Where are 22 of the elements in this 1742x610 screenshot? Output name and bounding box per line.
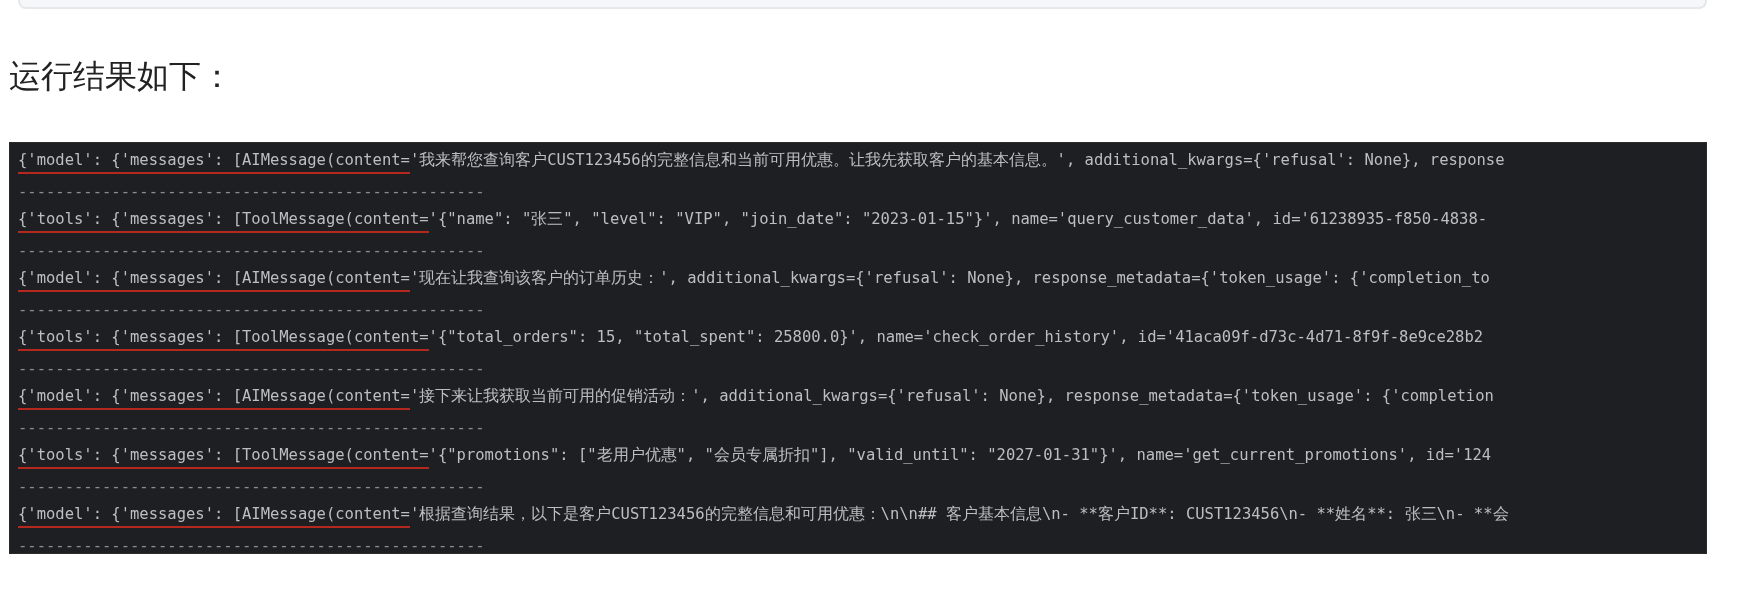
- code-text: '{"name": "张三", "level": "VIP", "join_date": "2023-01-15"}', name='query_customer_data', id='61238935-f850-4838-: [428, 209, 1488, 230]
- underlined-code-text: {'tools': {'messages': [ToolMessage(content=: [18, 209, 429, 233]
- separator-text: --------------------------------------------------: [18, 536, 485, 553]
- code-text: '{"promotions": ["老用户优惠", "会员专属折扣"], "valid_until": "2027-01-31"}', name='get_current_promotions', id='124: [428, 445, 1492, 466]
- underlined-code-text: {'tools': {'messages': [ToolMessage(content=: [18, 445, 429, 469]
- separator-text: --------------------------------------------------: [18, 182, 485, 201]
- separator-text: --------------------------------------------------: [18, 477, 485, 496]
- code-text: '现在让我查询该客户的订单历史：', additional_kwargs={'refusal': None}, response_metadata={'token_usage': {'completion_to: [409, 268, 1490, 289]
- underlined-code-text: {'tools': {'messages': [ToolMessage(content=: [18, 327, 429, 351]
- section-heading: 运行结果如下：: [9, 57, 234, 96]
- code-text: '根据查询结果，以下是客户CUST123456的完整信息和可用优惠：\n\n## 客户基本信息\n- **客户ID**: CUST123456\n- **姓名**: 张三\n- **会: [409, 504, 1509, 525]
- underlined-code-text: {'model': {'messages': [AIMessage(content=: [18, 150, 410, 174]
- underlined-code-text: {'model': {'messages': [AIMessage(content=: [18, 268, 410, 292]
- code-text: '我来帮您查询客户CUST123456的完整信息和当前可用优惠。让我先获取客户的基本信息。', additional_kwargs={'refusal': None}, response: [409, 150, 1505, 171]
- separator-text: --------------------------------------------------: [18, 418, 485, 437]
- code-text: '{"total_orders": 15, "total_spent": 25800.0}', name='check_order_history', id='41aca09f-d73c-4d71-8f9f-8e9ce28b2: [428, 327, 1484, 348]
- code-text: '接下来让我获取当前可用的促销活动：', additional_kwargs={'refusal': None}, response_metadata={'token_usage': {'completion: [409, 386, 1494, 407]
- separator-text: --------------------------------------------------: [18, 300, 485, 319]
- underlined-code-text: {'model': {'messages': [AIMessage(content=: [18, 386, 410, 410]
- underlined-code-text: {'model': {'messages': [AIMessage(content=: [18, 504, 410, 528]
- separator-text: --------------------------------------------------: [18, 359, 485, 378]
- separator-text: --------------------------------------------------: [18, 241, 485, 260]
